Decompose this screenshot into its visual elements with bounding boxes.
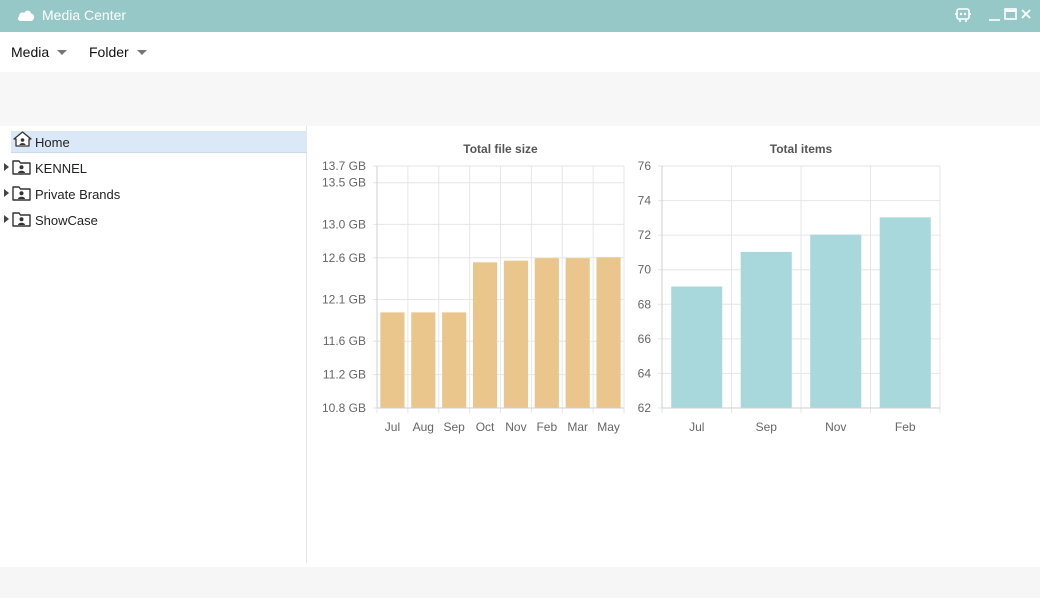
y-tick-label: 62: [638, 401, 652, 415]
expand-arrow-icon[interactable]: [4, 163, 9, 171]
y-tick-label: 64: [638, 366, 652, 380]
expand-arrow-icon[interactable]: [4, 189, 9, 197]
y-tick-label: 11.6 GB: [323, 334, 366, 348]
bar-jul[interactable]: [671, 286, 723, 409]
close-icon[interactable]: [1020, 8, 1032, 20]
y-tick-label: 13.5 GB: [322, 176, 366, 190]
bar-oct[interactable]: [472, 262, 498, 409]
bar-may[interactable]: [596, 257, 621, 409]
tree-item-home[interactable]: Home: [11, 131, 307, 153]
folder-user-icon: [12, 186, 31, 201]
home-icon: [13, 131, 32, 147]
tree-item-label: Home: [35, 135, 70, 150]
tree-item-label: KENNEL: [35, 161, 88, 176]
tree-item-label: Private Brands: [35, 187, 121, 202]
bar-nov[interactable]: [810, 234, 862, 409]
y-tick-label: 12.6 GB: [322, 251, 366, 265]
menu-media-label: Media: [11, 44, 50, 60]
tree-item-kennel[interactable]: KENNEL: [0, 157, 307, 179]
tree-item-private-brands[interactable]: Private Brands: [0, 183, 307, 205]
bar-nov[interactable]: [503, 260, 529, 409]
x-tick-label: Mar: [567, 420, 588, 434]
chevron-down-icon: [57, 49, 68, 55]
folder-user-icon: [12, 212, 31, 227]
y-tick-label: 74: [638, 194, 652, 208]
menu-folder[interactable]: Folder: [89, 44, 147, 60]
maximize-icon[interactable]: [1004, 8, 1017, 20]
bar-feb[interactable]: [534, 258, 559, 409]
y-tick-label: 12.1 GB: [322, 293, 366, 307]
chart-total-file-size: Total file size 10.8 GB 11.2 GB 11.6 GB 12.1…: [322, 142, 625, 434]
x-tick-label: Sep: [756, 420, 778, 434]
bar-feb[interactable]: [879, 217, 931, 409]
x-tick-label: Oct: [476, 420, 495, 434]
x-tick-label: Nov: [505, 420, 526, 434]
x-tick-label: Jul: [385, 420, 400, 434]
menu-folder-label: Folder: [89, 44, 129, 60]
bar-jul[interactable]: [380, 312, 405, 409]
x-tick-label: Feb: [895, 420, 916, 434]
bar-sep[interactable]: [740, 251, 792, 409]
tree-item-showcase[interactable]: ShowCase: [0, 209, 307, 231]
tree-item-label: ShowCase: [35, 213, 98, 228]
title-bar: Media Center: [0, 0, 1040, 32]
bar-sep[interactable]: [442, 312, 467, 409]
menu-media[interactable]: Media: [11, 44, 68, 60]
plugin-icon[interactable]: [954, 6, 972, 24]
x-tick-label: Nov: [825, 420, 846, 434]
x-tick-label: Aug: [413, 420, 434, 434]
menu-bar: Media Folder: [0, 32, 1040, 72]
chart-title: Total items: [770, 142, 833, 156]
y-tick-label: 11.2 GB: [323, 368, 366, 382]
chevron-down-icon: [136, 49, 147, 55]
folder-tree: Home KENNEL Private Brands ShowCase: [0, 126, 307, 563]
minimize-icon[interactable]: [988, 6, 1001, 22]
y-tick-label: 13.0 GB: [322, 217, 366, 231]
x-tick-label: May: [597, 420, 620, 434]
y-tick-label: 72: [638, 228, 652, 242]
y-tick-label: 70: [638, 263, 652, 277]
chart-title: Total file size: [463, 142, 538, 156]
window-title: Media Center: [42, 7, 127, 23]
status-bar: [0, 567, 1040, 598]
y-tick-label: 13.7 GB: [322, 159, 366, 173]
bar-aug[interactable]: [411, 312, 436, 409]
cloud-icon: [17, 10, 35, 21]
y-tick-label: 76: [638, 159, 652, 173]
y-tick-label: 10.8 GB: [322, 401, 366, 415]
chart-total-items: Total items 62 64 66 68 70 72 74 76 Jul Sep Nov Feb: [638, 142, 941, 434]
toolbar-area: [0, 72, 1040, 126]
x-tick-label: Jul: [689, 420, 704, 434]
x-tick-label: Feb: [536, 420, 557, 434]
x-tick-label: Sep: [444, 420, 466, 434]
bar-mar[interactable]: [565, 258, 590, 409]
y-tick-label: 66: [638, 332, 652, 346]
expand-arrow-icon[interactable]: [4, 215, 9, 223]
folder-user-icon: [12, 160, 31, 175]
y-tick-label: 68: [638, 297, 652, 311]
dashboard-panel: Total file size 10.8 GB 11.2 GB 11.6 GB 12.1…: [308, 126, 1040, 563]
